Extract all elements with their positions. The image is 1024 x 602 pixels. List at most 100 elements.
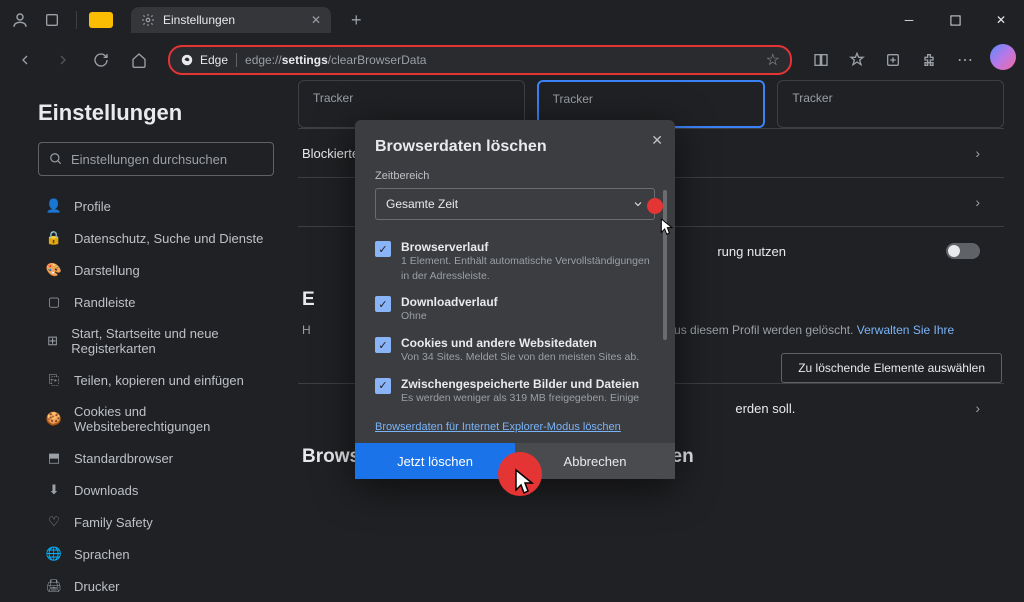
check-title: Downloadverlauf bbox=[401, 295, 498, 309]
nav-icon: ⊞ bbox=[46, 333, 59, 349]
dialog-close-button[interactable]: ✕ bbox=[651, 132, 663, 149]
browser-tab[interactable]: Einstellungen ✕ bbox=[131, 7, 331, 33]
checkbox-icon[interactable]: ✓ bbox=[375, 241, 391, 257]
split-screen-icon[interactable] bbox=[804, 44, 838, 76]
nav-label: Drucker bbox=[74, 579, 120, 594]
chevron-right-icon: › bbox=[975, 400, 980, 416]
clear-data-dialog: ✕ Browserdaten löschen Zeitbereich Gesam… bbox=[355, 120, 675, 479]
highlight-marker bbox=[647, 198, 663, 214]
address-bar[interactable]: Edge edge://settings/clearBrowserData ☆ bbox=[168, 45, 792, 75]
cursor-arrow-icon bbox=[660, 217, 676, 237]
check-desc: Es werden weniger als 319 MB freigegeben… bbox=[401, 391, 639, 406]
refresh-button[interactable] bbox=[84, 44, 118, 76]
nav-icon: ⬒ bbox=[46, 450, 62, 466]
nav-label: Standardbrowser bbox=[74, 451, 173, 466]
settings-sidebar: Einstellungen Einstellungen durchsuchen … bbox=[0, 80, 288, 547]
check-title: Zwischengespeicherte Bilder und Dateien bbox=[401, 377, 639, 391]
sidebar-item[interactable]: 🖨 Drucker bbox=[38, 570, 274, 602]
toggle-switch[interactable] bbox=[946, 243, 980, 259]
more-menu-icon[interactable]: ⋯ bbox=[948, 44, 982, 76]
checkbox-row[interactable]: ✓Browserverlauf1 Element. Enthält automa… bbox=[375, 234, 655, 289]
tracker-card[interactable]: Tracker bbox=[777, 80, 1004, 128]
window-maximize-button[interactable] bbox=[932, 0, 978, 40]
checkbox-row[interactable]: ✓ Cookies und andere WebsitedatenVon 34 S… bbox=[375, 330, 655, 371]
window-minimize-button[interactable]: ─ bbox=[886, 0, 932, 40]
favorites-icon[interactable] bbox=[840, 44, 874, 76]
copilot-icon[interactable] bbox=[990, 44, 1016, 70]
nav-icon: 🍪 bbox=[46, 411, 62, 427]
nav-icon: ⬇ bbox=[46, 482, 62, 498]
nav-label: Datenschutz, Suche und Dienste bbox=[74, 231, 263, 246]
sidebar-item[interactable]: 👤 Profile bbox=[38, 190, 274, 222]
clear-now-button[interactable]: Jetzt löschen bbox=[355, 443, 515, 479]
ie-mode-link[interactable]: Browserdaten für Internet Explorer-Modus… bbox=[375, 421, 655, 433]
checkbox-row[interactable]: ✓ DownloadverlaufOhne bbox=[375, 289, 655, 330]
check-title: Browserverlauf bbox=[401, 240, 655, 254]
sidebar-item[interactable]: 🍪Cookies und Websiteberechtigungen bbox=[38, 396, 274, 442]
settings-title: Einstellungen bbox=[38, 100, 274, 126]
nav-icon: 🌐 bbox=[46, 546, 62, 562]
manage-link[interactable]: Verwalten Sie Ihre bbox=[857, 323, 954, 337]
favorite-star-icon[interactable]: ☆ bbox=[766, 50, 780, 70]
choose-items-button[interactable]: Zu löschende Elemente auswählen bbox=[781, 353, 1002, 383]
sidebar-item[interactable]: 🎨 Darstellung bbox=[38, 254, 274, 286]
back-button[interactable] bbox=[8, 44, 42, 76]
sidebar-item[interactable]: ▢ Randleiste bbox=[38, 286, 274, 318]
sidebar-item[interactable]: 🔒 Datenschutz, Suche und Dienste bbox=[38, 222, 274, 254]
tab-title: Einstellungen bbox=[163, 13, 303, 27]
nav-icon: ⎘ bbox=[46, 372, 62, 388]
time-range-select[interactable]: Gesamte Zeit bbox=[375, 188, 655, 220]
sidebar-item[interactable]: ⎘ Teilen, kopieren und einfügen bbox=[38, 364, 274, 396]
sidebar-item[interactable]: 🌐 Sprachen bbox=[38, 538, 274, 570]
nav-label: Randleiste bbox=[74, 295, 135, 310]
check-title: Cookies und andere Websitedaten bbox=[401, 336, 639, 350]
dialog-title: Browserdaten löschen bbox=[375, 138, 655, 156]
nav-icon: 🔒 bbox=[46, 230, 62, 246]
nav-label: Profile bbox=[74, 199, 111, 214]
check-desc: Ohne bbox=[401, 309, 498, 324]
nav-label: Darstellung bbox=[74, 263, 140, 278]
profile-avatar-icon[interactable] bbox=[8, 8, 32, 32]
sidebar-item[interactable]: ⬒ Standardbrowser bbox=[38, 442, 274, 474]
chevron-down-icon bbox=[632, 198, 644, 210]
address-url: edge://settings/clearBrowserData bbox=[237, 53, 426, 67]
checkbox-icon[interactable]: ✓ bbox=[375, 296, 391, 312]
search-placeholder: Einstellungen durchsuchen bbox=[71, 152, 227, 167]
dialog-scrollbar[interactable] bbox=[663, 190, 667, 340]
workspaces-icon[interactable] bbox=[40, 8, 64, 32]
sidebar-item[interactable]: ♡Family Safety bbox=[38, 506, 274, 538]
window-close-button[interactable]: ✕ bbox=[978, 0, 1024, 40]
addr-prefix-label: Edge bbox=[200, 53, 228, 67]
collections-icon[interactable] bbox=[876, 44, 910, 76]
nav-label: Sprachen bbox=[74, 547, 130, 562]
checkbox-icon[interactable]: ✓ bbox=[375, 378, 391, 394]
settings-search-input[interactable]: Einstellungen durchsuchen bbox=[38, 142, 274, 176]
time-range-label: Zeitbereich bbox=[375, 170, 655, 182]
check-desc: Von 34 Sites. Meldet Sie von den meisten… bbox=[401, 350, 639, 365]
nav-icon: ▢ bbox=[46, 294, 62, 310]
nav-label: Downloads bbox=[74, 483, 138, 498]
tab-close-icon[interactable]: ✕ bbox=[311, 13, 321, 27]
nav-label: Teilen, kopieren und einfügen bbox=[74, 373, 244, 388]
checkbox-icon[interactable]: ✓ bbox=[375, 337, 391, 353]
chevron-right-icon: › bbox=[975, 145, 980, 161]
nav-label: Start, Startseite und neue Registerkarte… bbox=[71, 326, 266, 356]
nav-icon: 🎨 bbox=[46, 262, 62, 278]
new-tab-button[interactable]: + bbox=[351, 10, 362, 31]
cursor-arrow-icon bbox=[514, 468, 538, 496]
search-icon bbox=[49, 152, 63, 166]
sidebar-item[interactable]: ⬇ Downloads bbox=[38, 474, 274, 506]
forward-button bbox=[46, 44, 80, 76]
nav-icon: ♡ bbox=[46, 514, 62, 530]
extensions-icon[interactable] bbox=[912, 44, 946, 76]
edge-logo-icon bbox=[180, 53, 194, 67]
nav-icon: 👤 bbox=[46, 198, 62, 214]
nav-icon: 🖨 bbox=[46, 578, 62, 594]
checkbox-row[interactable]: ✓ Zwischengespeicherte Bilder und Dateien… bbox=[375, 371, 655, 412]
gear-icon bbox=[141, 13, 155, 27]
flag-icon bbox=[89, 12, 113, 28]
sidebar-item[interactable]: ⊞ Start, Startseite und neue Registerkart… bbox=[38, 318, 274, 364]
titlebar: Einstellungen ✕ + ─ ✕ bbox=[0, 0, 1024, 40]
chevron-right-icon: › bbox=[975, 194, 980, 210]
home-button[interactable] bbox=[122, 44, 156, 76]
